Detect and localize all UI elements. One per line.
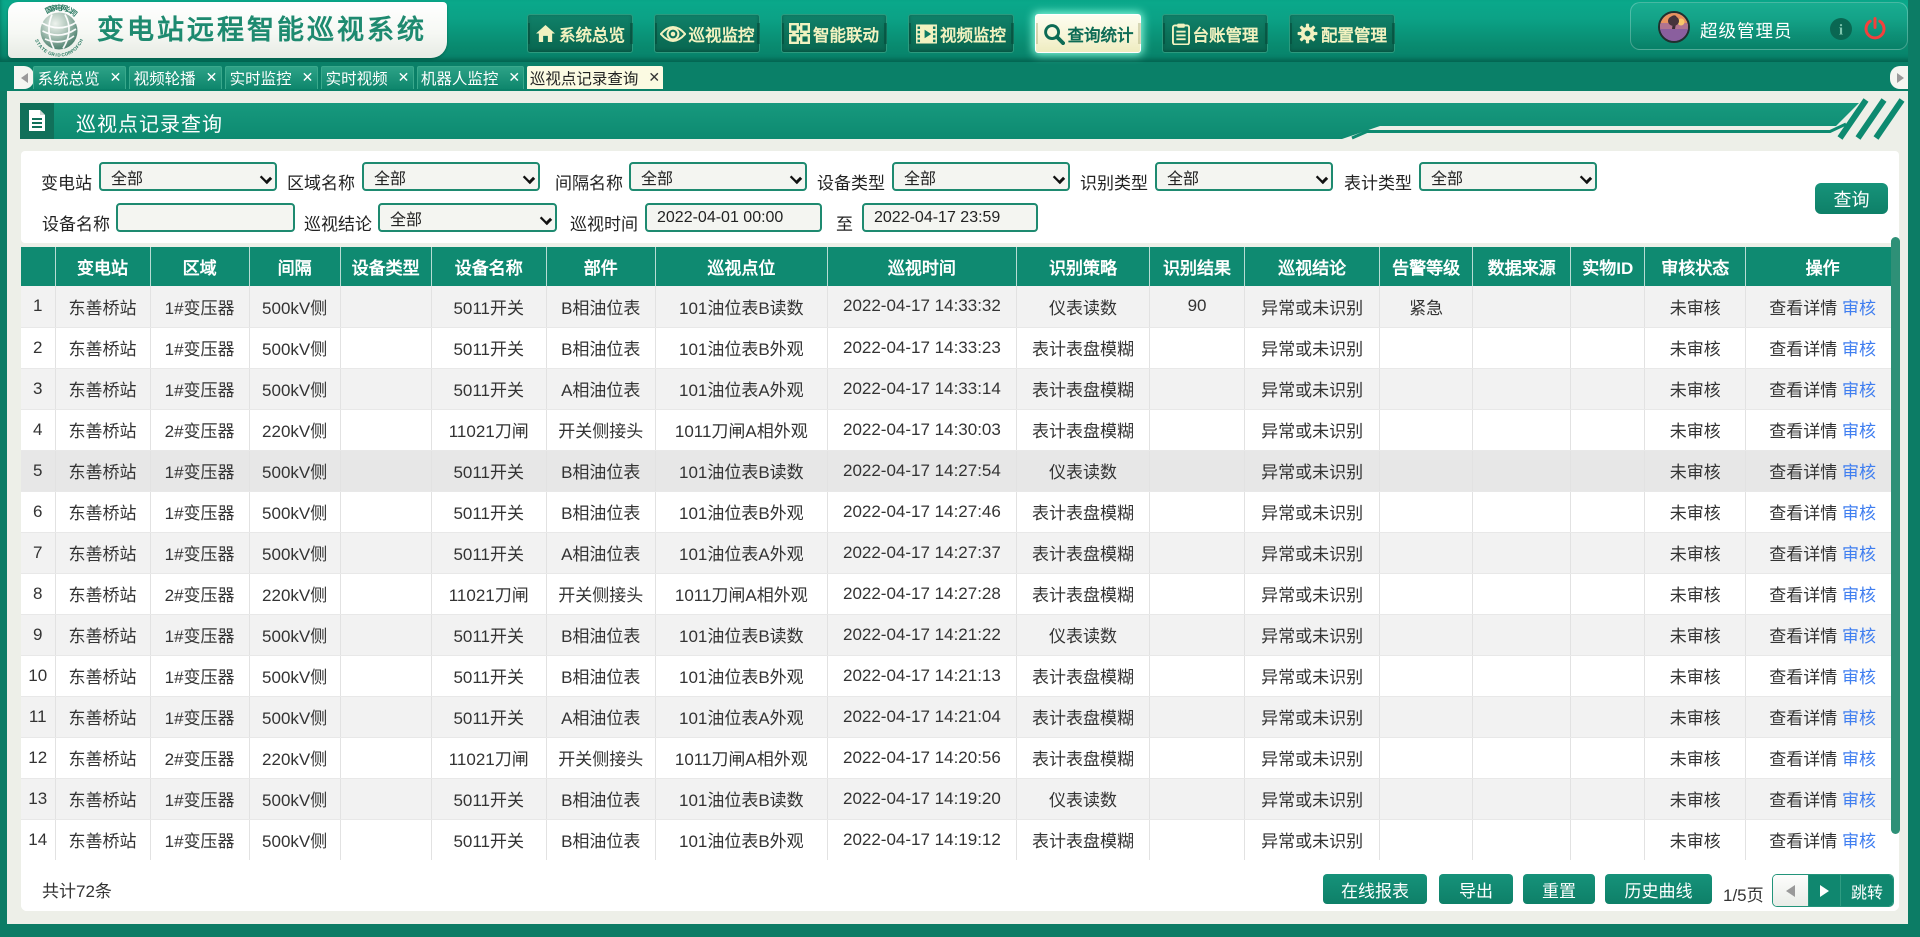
svg-text:H: H [78, 38, 84, 44]
svg-text:i: i [1839, 23, 1843, 39]
